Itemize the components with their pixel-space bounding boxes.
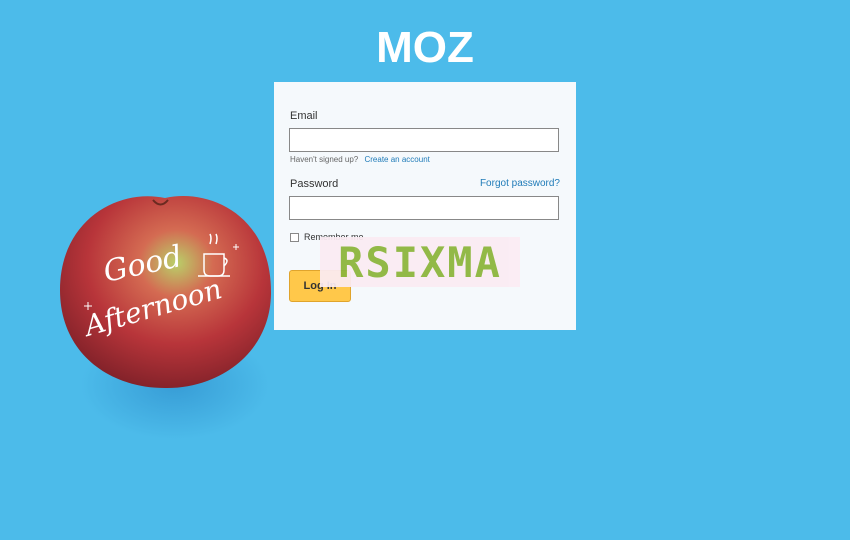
apple-illustration: Good Afternoon: [58, 184, 272, 390]
captcha-text: RSIXMA: [338, 238, 502, 287]
create-account-link[interactable]: Create an account: [364, 155, 429, 164]
email-label: Email: [290, 110, 318, 122]
moz-logo: MOZ: [356, 26, 494, 66]
captcha-image: RSIXMA: [320, 237, 520, 287]
signup-prompt: Haven't signed up?: [290, 155, 359, 164]
signup-hint: Haven't signed up? Create an account: [290, 155, 430, 164]
logo-text: MOZ: [376, 26, 474, 66]
password-label: Password: [290, 178, 339, 190]
password-input[interactable]: [289, 196, 559, 220]
email-input[interactable]: [289, 128, 559, 152]
forgot-password-link[interactable]: Forgot password?: [480, 178, 560, 189]
remember-me-checkbox[interactable]: [290, 232, 299, 242]
login-card: Email Haven't signed up? Create an accou…: [274, 82, 576, 330]
